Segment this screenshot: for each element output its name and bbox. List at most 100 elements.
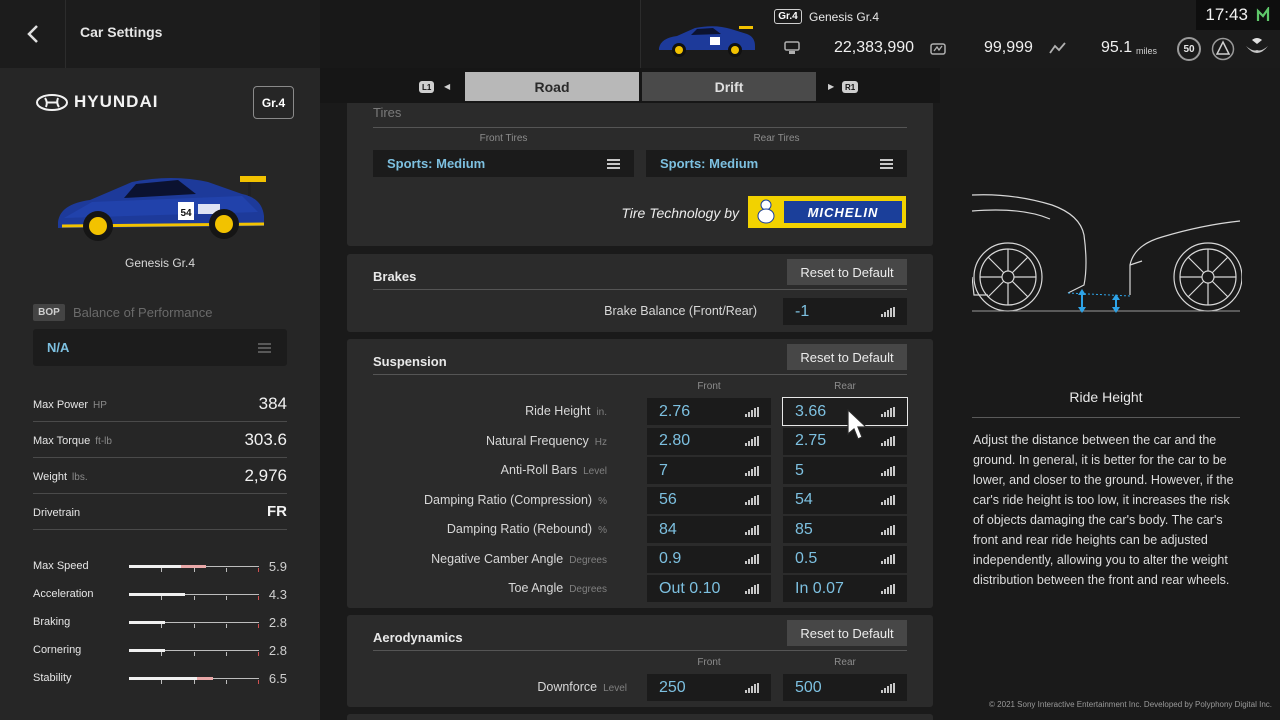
r1-button[interactable]: R1 (842, 81, 859, 93)
param-label-text: Toe Angle (508, 581, 564, 595)
downforce-unit: Level (603, 683, 627, 694)
help-title: Ride Height (1069, 389, 1143, 405)
credits-value: 22,383,990 (834, 39, 915, 56)
param-rear-field[interactable]: 5 (783, 457, 907, 484)
downforce-rear-field[interactable]: 500 (783, 674, 907, 701)
param-rear-field[interactable]: 2.75 (783, 427, 907, 455)
perf-tick (226, 652, 228, 656)
param-unit: Level (583, 466, 607, 477)
next-section-partial (347, 714, 933, 720)
perf-fill (128, 649, 166, 652)
param-front-field[interactable]: 2.80 (647, 427, 771, 455)
tires-title: Tires (373, 105, 402, 120)
car-image: 54 (58, 176, 266, 241)
brake-balance-field[interactable]: -1 (783, 298, 907, 325)
param-rear-value: 3.66 (795, 402, 827, 420)
perf-tick (257, 596, 259, 600)
perf-value: 5.9 (268, 558, 287, 574)
bop-tag: BOP (33, 304, 65, 321)
param-unit: Hz (594, 436, 607, 448)
param-front-field[interactable]: 2.76 (647, 398, 771, 425)
param-label-text: Natural Frequency (485, 433, 589, 448)
back-button[interactable] (0, 0, 66, 68)
param-front-value: 2.80 (659, 432, 691, 449)
brand-name: HYUNDAI (74, 92, 159, 111)
bop-select[interactable] (33, 329, 287, 366)
perf-fill (128, 677, 197, 680)
perf-fill-boost (196, 677, 214, 680)
param-rear-field[interactable]: 85 (783, 516, 907, 543)
brakes-section: Brakes Reset to Default Brake Balance (F… (347, 254, 933, 332)
l1-button[interactable]: L1 (419, 81, 435, 93)
param-unit: in. (596, 407, 607, 418)
param-label-text: Damping Ratio (Rebound) (446, 522, 593, 536)
param-rear-field[interactable]: 3.66 (782, 397, 908, 426)
param-label: Anti-Roll Bars Level (320, 463, 607, 477)
param-front-field[interactable]: 56 (647, 486, 771, 514)
param-front-value: 7 (659, 461, 668, 479)
aerodynamics-section: Aerodynamics Reset to Default Front Rear… (347, 615, 933, 707)
mileage-points-value: 99,999 (984, 39, 1033, 56)
michelin-man-icon (757, 199, 775, 224)
perf-tick (257, 652, 259, 656)
adjust-bars-icon (745, 682, 759, 693)
perf-tick (161, 624, 163, 628)
param-front-field[interactable]: 7 (647, 457, 771, 484)
param-front-field[interactable]: 0.9 (647, 545, 771, 573)
downforce-front-field[interactable]: 250 (647, 674, 771, 701)
perf-fill (128, 565, 181, 568)
menu-icon (258, 343, 271, 353)
perf-tick (226, 624, 228, 628)
tab-drift[interactable]: Drift (642, 72, 816, 101)
adjust-bars-icon (881, 682, 895, 693)
credits-icon (784, 41, 800, 60)
adjust-bars-icon (881, 306, 895, 317)
menu-icon (880, 158, 893, 169)
aero-reset-button[interactable]: Reset to Default (787, 620, 907, 646)
rear-column-label: Rear (834, 381, 856, 392)
tab-road[interactable]: Road (465, 72, 639, 101)
ride-height-diagram (972, 194, 1242, 313)
rank-wings-icon (1243, 34, 1271, 67)
downforce-label: Downforce Level (327, 680, 627, 694)
param-rear-value: 54 (795, 491, 813, 508)
param-front-field[interactable]: 84 (647, 516, 771, 543)
perf-tick (161, 652, 163, 656)
front-column-label: Front (697, 657, 721, 668)
header-class-badge: Gr.4 (774, 9, 802, 24)
sponsor-name: MICHELIN (784, 201, 902, 223)
brakes-reset-button[interactable]: Reset to Default (787, 259, 907, 285)
bop-value: N/A (47, 340, 70, 355)
param-rear-field[interactable]: 54 (783, 486, 907, 514)
param-front-value: 56 (659, 491, 677, 508)
param-label: Natural Frequency Hz (320, 434, 607, 448)
param-rear-field[interactable]: In 0.07 (783, 575, 907, 602)
header-spacer (320, 0, 640, 68)
front-tires-select[interactable]: Sports: Medium (373, 150, 634, 177)
clock: 17:43 (1196, 0, 1280, 30)
adjust-bars-icon (745, 524, 759, 535)
perf-bar (128, 561, 259, 572)
divider (972, 417, 1240, 418)
perf-fill (128, 593, 185, 596)
suspension-section: Suspension Reset to Default Front Rear R… (347, 339, 933, 608)
param-rear-value: In 0.07 (795, 579, 844, 597)
arrow-right-icon: ▶ (828, 82, 835, 91)
adjust-bars-icon (745, 406, 759, 417)
suspension-title: Suspension (373, 354, 447, 369)
param-rear-field[interactable]: 0.5 (783, 545, 907, 573)
spec-label: Weight (33, 470, 68, 483)
car-name: Genesis Gr.4 (124, 256, 196, 270)
suspension-reset-button[interactable]: Reset to Default (787, 344, 907, 370)
perf-tick (226, 596, 228, 600)
param-front-field[interactable]: Out 0.10 (647, 575, 771, 602)
spec-row-weight: Weight lbs. 2,976 (33, 458, 287, 494)
connection-icon (1256, 7, 1269, 21)
spec-row-max-torque: Max Torque ft-lb 303.6 (33, 422, 287, 458)
perf-row: Stability 6.5 (33, 668, 287, 688)
pointer-cursor-icon (847, 408, 868, 440)
divider (373, 289, 907, 290)
rear-tires-select[interactable]: Sports: Medium (646, 150, 907, 177)
clock-time: 17:43 (1205, 5, 1248, 24)
distance-value: 95.1 (1101, 39, 1133, 56)
